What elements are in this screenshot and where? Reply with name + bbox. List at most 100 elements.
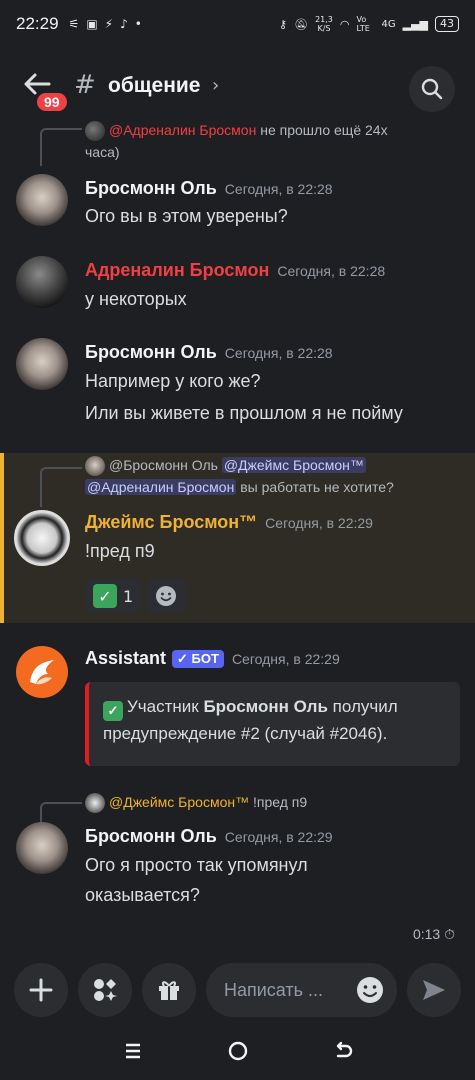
message-timestamp: Сегодня, в 22:28 bbox=[277, 263, 386, 279]
check-emoji-icon: ✓ bbox=[103, 701, 123, 721]
timer-text: 0:13 bbox=[412, 926, 441, 942]
channel-title[interactable]: общение bbox=[108, 74, 200, 98]
reply-avatar bbox=[85, 121, 105, 142]
apps-button[interactable] bbox=[78, 963, 132, 1017]
message-author[interactable]: Бросмонн Оль Сегодня, в 22:28 bbox=[85, 178, 333, 199]
embed-user: Бросмонн Оль bbox=[203, 697, 328, 716]
author-name: Assistant bbox=[85, 648, 167, 668]
plus-icon bbox=[29, 978, 53, 1002]
author-name: Бросмонн Оль bbox=[85, 342, 217, 362]
message-timestamp: Сегодня, в 22:29 bbox=[224, 829, 333, 845]
back-icon[interactable] bbox=[332, 1040, 354, 1062]
check-emoji-icon: ✓ bbox=[93, 584, 117, 608]
bot-tag: ✓ БОТ bbox=[172, 650, 224, 669]
emoji-icon[interactable] bbox=[355, 975, 385, 1005]
wifi-icon: ◠ bbox=[339, 17, 350, 31]
reply-author: @Адреналин Бросмон bbox=[109, 122, 257, 138]
message-timestamp: Сегодня, в 22:28 bbox=[224, 181, 333, 197]
status-bar: 22:29 ⚟ ▣ ⚡ ♪ • ⚷ 🔕︎ 21,3 K/S ◠ Vo LTE 4… bbox=[0, 0, 475, 48]
send-button[interactable] bbox=[407, 963, 461, 1017]
add-attachment-button[interactable] bbox=[14, 963, 68, 1017]
reply-mention[interactable]: @Джеймс Бросмон™ bbox=[221, 457, 366, 473]
nfc-icon: ⚟ bbox=[68, 17, 80, 31]
message-author[interactable]: Адреналин Бросмон Сегодня, в 22:28 bbox=[85, 260, 385, 281]
home-icon[interactable] bbox=[227, 1040, 249, 1062]
reply-avatar bbox=[85, 793, 105, 814]
avatar[interactable] bbox=[16, 338, 68, 390]
system-nav-bar bbox=[0, 1022, 475, 1080]
gift-icon bbox=[159, 981, 179, 1000]
timer-icon: ⏱ bbox=[444, 926, 455, 942]
chevron-right-icon[interactable]: › bbox=[212, 75, 219, 96]
smile-icon bbox=[156, 586, 176, 606]
apps-icon bbox=[94, 979, 117, 1001]
author-name: Адреналин Бросмон bbox=[85, 260, 270, 280]
reply-avatar bbox=[85, 456, 105, 477]
menu-icon[interactable] bbox=[122, 1040, 144, 1062]
signal-icon: ▂▄▆ bbox=[402, 17, 428, 31]
gift-button[interactable] bbox=[142, 963, 196, 1017]
channel-header: 99 # общение › bbox=[0, 58, 475, 118]
reaction-check[interactable]: ✓ 1 bbox=[85, 578, 142, 614]
network-label: 4G bbox=[381, 18, 396, 30]
message-author[interactable]: Assistant ✓ БОТ Сегодня, в 22:29 bbox=[85, 648, 340, 669]
reply-preview[interactable]: @Бросмонн Оль @Джеймс Бросмон™ @Адренали… bbox=[85, 454, 455, 498]
reply-connector bbox=[40, 467, 82, 507]
reply-author: @Бросмонн Оль bbox=[109, 457, 218, 473]
message-timestamp: Сегодня, в 22:29 bbox=[231, 651, 340, 667]
author-name: Бросмонн Оль bbox=[85, 178, 217, 198]
message-input[interactable]: Написать ... bbox=[206, 963, 397, 1017]
author-name: Джеймс Бросмон™ bbox=[85, 512, 258, 532]
message-text: Ого я просто так упомянул bbox=[85, 855, 308, 875]
author-name: Бросмонн Оль bbox=[85, 826, 217, 846]
search-icon bbox=[421, 78, 443, 100]
send-icon bbox=[423, 980, 445, 1000]
avatar[interactable] bbox=[16, 256, 68, 308]
message-text: Ого вы в этом уверены? bbox=[85, 206, 288, 226]
embed-text: Участник bbox=[127, 697, 199, 716]
embed-text: предупреждение #2 (случай #2046). bbox=[103, 724, 388, 743]
avatar[interactable] bbox=[16, 174, 68, 226]
bot-avatar[interactable] bbox=[16, 646, 68, 698]
embed-text: получил bbox=[332, 697, 398, 716]
voice-timer: 0:13 ⏱ bbox=[413, 926, 455, 943]
mute-icon: 🔕︎ bbox=[294, 17, 309, 31]
message-author[interactable]: Бросмонн Оль Сегодня, в 22:29 bbox=[85, 826, 333, 847]
fox-logo-icon bbox=[30, 660, 54, 685]
composer-bar: Написать ... bbox=[0, 958, 475, 1022]
message-text: !пред п9 bbox=[85, 541, 155, 561]
reply-text: вы работать не хотите? bbox=[240, 479, 394, 496]
reply-preview[interactable]: @Джеймс Бросмон™ !пред п9 bbox=[85, 791, 455, 814]
status-time: 22:29 bbox=[16, 14, 59, 33]
add-reaction-button[interactable] bbox=[146, 578, 186, 614]
message-text: у некоторых bbox=[85, 289, 187, 309]
reply-author: @Джеймс Бросмон™ bbox=[109, 794, 250, 810]
message-text: Например у кого же? bbox=[85, 371, 261, 391]
search-button[interactable] bbox=[409, 66, 455, 112]
key-icon: ⚷ bbox=[279, 17, 288, 31]
message-author[interactable]: Бросмонн Оль Сегодня, в 22:28 bbox=[85, 342, 333, 363]
dot-icon: • bbox=[134, 17, 142, 31]
reply-preview[interactable]: @Адреналин Бросмон не прошло ещё 24х час… bbox=[85, 119, 455, 163]
message-text: Или вы живете в прошлом я не пойму bbox=[85, 403, 403, 423]
status-right: ⚷ 🔕︎ 21,3 K/S ◠ Vo LTE 4G ▂▄▆ 43 bbox=[279, 15, 459, 33]
reply-text-cont: часа) bbox=[85, 144, 120, 161]
reaction-count: 1 bbox=[123, 586, 134, 606]
message-text: оказывается? bbox=[85, 885, 200, 905]
message-input-placeholder: Написать ... bbox=[224, 979, 324, 1000]
message-timestamp: Сегодня, в 22:29 bbox=[265, 515, 373, 531]
reply-mention[interactable]: @Адреналин Бросмон bbox=[85, 479, 237, 496]
avatar[interactable] bbox=[16, 822, 68, 874]
reply-connector bbox=[40, 128, 82, 166]
notification-icons: ⚟ ▣ ⚡ ♪ • bbox=[69, 17, 142, 31]
net-unit: K/S bbox=[317, 24, 331, 33]
message-list[interactable]: @Адреналин Бросмон не прошло ещё 24х час… bbox=[0, 118, 475, 950]
net-speed: 21,3 bbox=[315, 15, 333, 24]
tiktok-icon: ♪ bbox=[120, 17, 128, 31]
avatar[interactable] bbox=[14, 510, 70, 566]
reply-text: не прошло ещё 24х bbox=[260, 122, 388, 138]
message-author[interactable]: Джеймс Бросмон™ Сегодня, в 22:29 bbox=[85, 512, 373, 533]
message-timestamp: Сегодня, в 22:28 bbox=[224, 345, 333, 361]
channel-hash-icon: # bbox=[74, 70, 96, 100]
reply-text: !пред п9 bbox=[252, 794, 308, 810]
